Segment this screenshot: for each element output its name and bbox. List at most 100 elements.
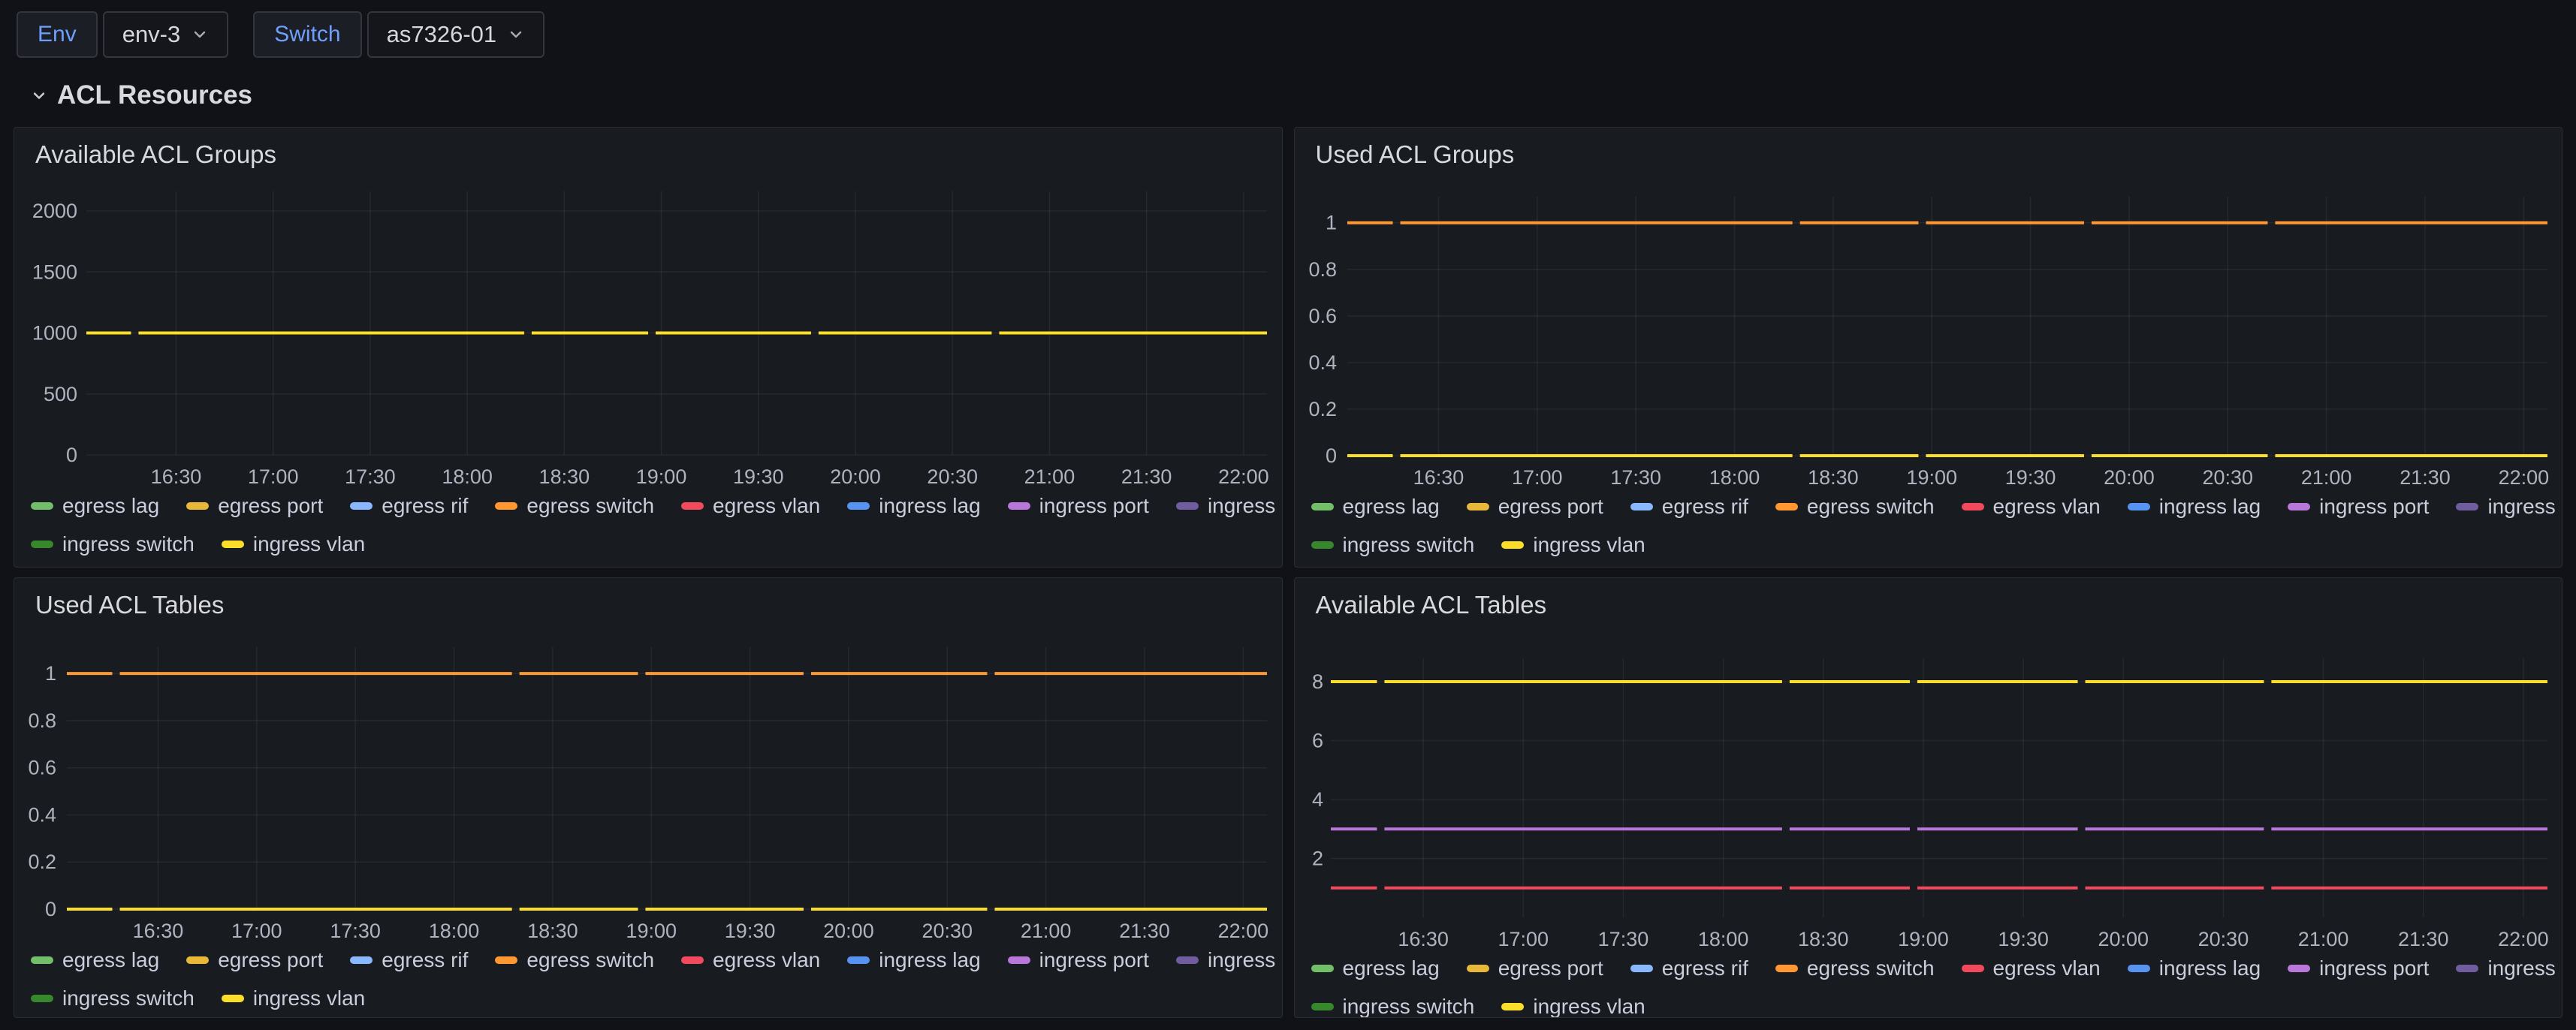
legend-item[interactable]: egress vlan bbox=[1962, 495, 2101, 519]
legend-item[interactable]: egress lag bbox=[31, 494, 159, 518]
legend-item[interactable]: egress lag bbox=[31, 948, 159, 972]
x-axis-tick-label: 22:00 bbox=[1218, 920, 1269, 942]
x-axis-tick-label: 17:00 bbox=[231, 920, 282, 942]
x-axis-tick-label: 18:00 bbox=[1697, 928, 1748, 950]
legend-item[interactable]: egress rif bbox=[350, 948, 468, 972]
x-axis-tick-label: 20:00 bbox=[2104, 466, 2155, 489]
legend-item[interactable]: egress lag bbox=[1311, 956, 1440, 980]
x-axis-tick-label: 18:30 bbox=[1808, 466, 1859, 489]
y-axis-tick-label: 0.2 bbox=[1308, 398, 1337, 420]
legend-item[interactable]: egress port bbox=[186, 494, 323, 518]
legend-label: ingress lag bbox=[879, 494, 980, 518]
env-variable-dropdown[interactable]: env-3 bbox=[103, 11, 229, 58]
x-axis-tick-label: 20:30 bbox=[2202, 466, 2253, 489]
legend-swatch bbox=[2456, 965, 2478, 972]
legend-item[interactable]: egress rif bbox=[1630, 495, 1748, 519]
gridlines bbox=[1347, 197, 2547, 456]
legend-item[interactable]: egress port bbox=[186, 948, 323, 972]
row-acl-resources[interactable]: ACL Resources bbox=[29, 80, 2576, 110]
y-axis-tick-label: 0.2 bbox=[28, 851, 56, 873]
x-axis-tick-label: 21:30 bbox=[1121, 465, 1172, 488]
legend-item[interactable]: egress lag bbox=[1311, 495, 1440, 519]
x-axis-tick-label: 22:00 bbox=[2498, 466, 2549, 489]
x-axis-tick-label: 17:00 bbox=[1512, 466, 1563, 489]
legend-item[interactable]: ingress port bbox=[1008, 948, 1149, 972]
legend-item[interactable]: egress switch bbox=[495, 494, 654, 518]
x-axis-tick-label: 19:00 bbox=[1906, 466, 1957, 489]
legend-item[interactable]: egress port bbox=[1467, 495, 1603, 519]
legend-swatch bbox=[2128, 965, 2150, 972]
legend-item[interactable]: ingress rif bbox=[1176, 494, 1283, 518]
legend-label: egress vlan bbox=[1993, 495, 2101, 519]
legend-item[interactable]: ingress switch bbox=[1311, 533, 1475, 557]
legend-item[interactable]: ingress rif bbox=[1176, 948, 1283, 972]
legend-item[interactable]: ingress lag bbox=[2128, 495, 2261, 519]
legend-item[interactable]: ingress switch bbox=[31, 532, 195, 556]
legend-item[interactable]: egress vlan bbox=[1962, 956, 2101, 980]
legend-item[interactable]: ingress port bbox=[2288, 956, 2429, 980]
y-axis-tick-label: 6 bbox=[1311, 730, 1323, 752]
x-axis-tick-label: 18:30 bbox=[527, 920, 578, 942]
legend-item[interactable]: ingress port bbox=[2288, 495, 2429, 519]
legend-item[interactable]: egress rif bbox=[350, 494, 468, 518]
y-axis-tick-label: 0.6 bbox=[1308, 305, 1337, 327]
legend-swatch bbox=[186, 956, 209, 964]
legend-item[interactable]: ingress vlan bbox=[222, 986, 365, 1010]
legend-swatch bbox=[1501, 541, 1524, 549]
env-variable-label: Env bbox=[17, 11, 98, 58]
x-axis-tick-label: 20:00 bbox=[823, 920, 874, 942]
legend-item[interactable]: ingress rif bbox=[2456, 495, 2562, 519]
legend-item[interactable]: ingress switch bbox=[1311, 995, 1475, 1018]
y-axis-tick-label: 0 bbox=[1325, 444, 1336, 467]
legend-swatch bbox=[31, 995, 53, 1002]
legend-item[interactable]: ingress vlan bbox=[1501, 995, 1645, 1018]
legend: egress lag egress port egress rif egress sw… bbox=[1311, 956, 2555, 1018]
x-axis-tick-label: 16:30 bbox=[151, 465, 202, 488]
x-axis-tick-label: 17:30 bbox=[345, 465, 396, 488]
legend: egress lag egress port egress rif egress sw… bbox=[1311, 495, 2555, 568]
legend-item[interactable]: ingress lag bbox=[2128, 956, 2261, 980]
legend-label: egress lag bbox=[1343, 956, 1440, 980]
legend-swatch bbox=[350, 956, 373, 964]
x-axis-tick-label: 18:00 bbox=[429, 920, 480, 942]
legend-item[interactable]: egress vlan bbox=[681, 948, 820, 972]
legend-swatch bbox=[1311, 503, 1334, 510]
section-title: ACL Resources bbox=[57, 80, 252, 110]
legend-item[interactable]: egress vlan bbox=[681, 494, 820, 518]
legend-item[interactable]: egress switch bbox=[495, 948, 654, 972]
legend-swatch bbox=[1311, 1003, 1334, 1010]
panel-used-acl-groups: Used ACL Groups 00.20.40.60.8116:3017:00… bbox=[1294, 127, 2563, 568]
legend-label: ingress switch bbox=[62, 532, 195, 556]
legend-swatch bbox=[681, 502, 704, 510]
legend-label: egress port bbox=[218, 494, 323, 518]
legend-swatch bbox=[186, 502, 209, 510]
legend-label: egress switch bbox=[526, 948, 654, 972]
x-axis-tick-label: 17:30 bbox=[1597, 928, 1648, 950]
legend-item[interactable]: ingress vlan bbox=[222, 532, 365, 556]
legend-label: ingress rif bbox=[1208, 948, 1283, 972]
legend-item[interactable]: ingress vlan bbox=[1501, 533, 1645, 557]
x-axis-tick-label: 17:30 bbox=[330, 920, 381, 942]
legend-item[interactable]: ingress lag bbox=[847, 494, 980, 518]
legend-swatch bbox=[31, 541, 53, 548]
legend-item[interactable]: egress switch bbox=[1775, 956, 1935, 980]
legend-item[interactable]: ingress rif bbox=[2456, 956, 2562, 980]
legend-label: ingress switch bbox=[1343, 995, 1475, 1018]
legend-item[interactable]: egress port bbox=[1467, 956, 1603, 980]
time-series-plot[interactable]: 246816:3017:0017:3018:0018:3019:0019:302… bbox=[1295, 578, 2562, 1017]
legend-label: egress switch bbox=[1807, 956, 1935, 980]
legend-label: ingress vlan bbox=[253, 986, 365, 1010]
legend-item[interactable]: egress rif bbox=[1630, 956, 1748, 980]
legend-item[interactable]: ingress switch bbox=[31, 986, 195, 1010]
legend-item[interactable]: ingress lag bbox=[847, 948, 980, 972]
legend-label: ingress switch bbox=[1343, 533, 1475, 557]
legend-item[interactable]: ingress port bbox=[1008, 494, 1149, 518]
legend-label: egress switch bbox=[1807, 495, 1935, 519]
chevron-down-icon bbox=[507, 26, 525, 44]
legend-swatch bbox=[1008, 502, 1030, 510]
variables-toolbar: Env env-3 Switch as7326-01 bbox=[0, 0, 2576, 58]
switch-variable-dropdown[interactable]: as7326-01 bbox=[367, 11, 545, 58]
legend-item[interactable]: egress switch bbox=[1775, 495, 1935, 519]
legend-label: egress rif bbox=[382, 948, 468, 972]
y-axis-tick-label: 0.4 bbox=[1308, 351, 1337, 374]
